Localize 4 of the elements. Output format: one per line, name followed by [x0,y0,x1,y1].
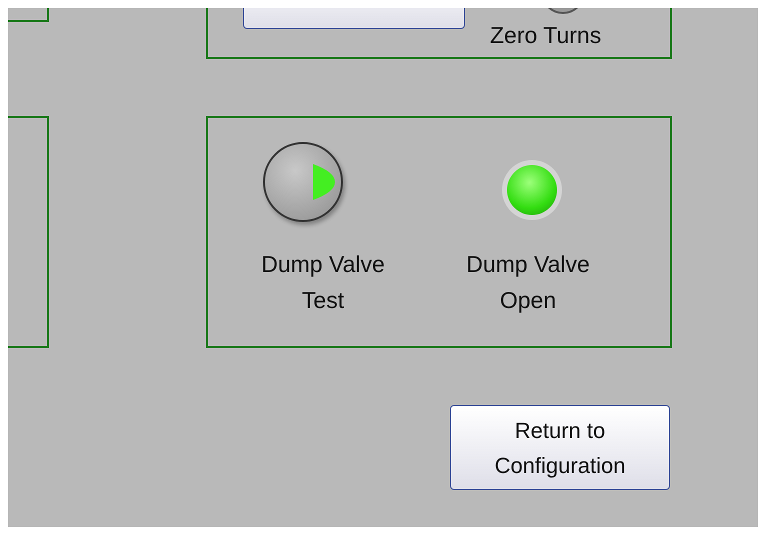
knob-label: Zero Turns [490,22,602,49]
indicator-label: Dump Valve Open [465,250,591,315]
return-to-configuration-button[interactable]: Return to Configuration [450,405,670,490]
test-button-label: Dump Valve Test [260,250,386,315]
